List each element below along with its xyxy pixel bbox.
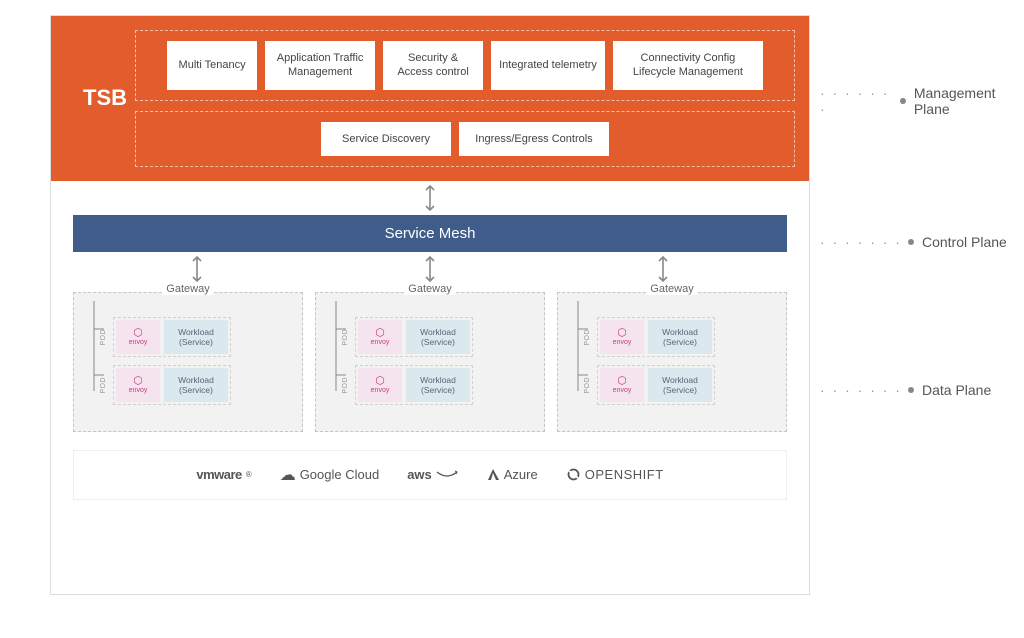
tsb-row-2: Service Discovery Ingress/Egress Control… xyxy=(135,111,795,167)
vendor-google-cloud: ☁ Google Cloud xyxy=(280,465,380,485)
envoy-icon: ⬡ xyxy=(133,328,143,339)
architecture-diagram: TSB Multi Tenancy Application Traffic Ma… xyxy=(50,15,810,595)
workload-service: Workload (Service) xyxy=(648,320,712,354)
data-plane-gateways: Gateway POD ⬡envoy Workload (Service) PO… xyxy=(51,292,809,432)
pod-1: POD ⬡envoy Workload (Service) xyxy=(342,317,534,357)
pod-1: POD ⬡envoy Workload (Service) xyxy=(100,317,292,357)
gateway-group-1: Gateway POD ⬡envoy Workload (Service) PO… xyxy=(73,292,303,432)
service-mesh-bar: Service Mesh xyxy=(73,215,787,252)
gateway-group-3: Gateway POD ⬡envoy Workload (Service) PO… xyxy=(557,292,787,432)
pod-label: POD xyxy=(584,329,591,346)
pod-border: ⬡envoy Workload (Service) xyxy=(355,365,473,405)
pod-2: POD ⬡envoy Workload (Service) xyxy=(342,365,534,405)
bullet-icon xyxy=(908,239,914,245)
bullet-icon xyxy=(908,387,914,393)
gateway-label: Gateway xyxy=(646,283,697,295)
pod-label: POD xyxy=(584,377,591,394)
bullet-icon xyxy=(900,98,905,104)
card-app-traffic: Application Traffic Management xyxy=(265,41,375,90)
envoy-sidecar: ⬡envoy xyxy=(358,368,402,402)
envoy-sidecar: ⬡envoy xyxy=(116,320,160,354)
vendor-vmware: vmware® xyxy=(196,467,251,482)
pod-border: ⬡envoy Workload (Service) xyxy=(597,365,715,405)
arrow-gw-3 xyxy=(656,252,670,286)
azure-icon xyxy=(486,468,500,482)
tsb-row-1: Multi Tenancy Application Traffic Manage… xyxy=(135,30,795,101)
workload-service: Workload (Service) xyxy=(406,368,470,402)
workload-service: Workload (Service) xyxy=(406,320,470,354)
card-security: Security & Access control xyxy=(383,41,483,90)
card-discovery: Service Discovery xyxy=(321,122,451,156)
pod-label: POD xyxy=(100,377,107,394)
envoy-sidecar: ⬡envoy xyxy=(116,368,160,402)
pod-label: POD xyxy=(342,329,349,346)
envoy-icon: ⬡ xyxy=(375,376,385,387)
envoy-sidecar: ⬡envoy xyxy=(358,320,402,354)
arrow-mgmt-to-mesh xyxy=(51,181,809,215)
card-telemetry: Integrated telemetry xyxy=(491,41,605,90)
pod-border: ⬡envoy Workload (Service) xyxy=(113,317,231,357)
tsb-management-plane: TSB Multi Tenancy Application Traffic Ma… xyxy=(51,16,809,181)
tsb-title: TSB xyxy=(65,85,135,111)
pod-1: POD ⬡envoy Workload (Service) xyxy=(584,317,776,357)
pod-2: POD ⬡envoy Workload (Service) xyxy=(584,365,776,405)
pod-border: ⬡envoy Workload (Service) xyxy=(597,317,715,357)
workload-service: Workload (Service) xyxy=(648,368,712,402)
gateway-label: Gateway xyxy=(162,283,213,295)
leader-dots: · · · · · · · xyxy=(820,382,902,398)
vendor-openshift: OPENSHIFT xyxy=(566,467,664,482)
vendor-aws: aws xyxy=(407,467,458,482)
envoy-icon: ⬡ xyxy=(617,376,627,387)
vendor-azure: Azure xyxy=(486,467,538,482)
pod-label: POD xyxy=(342,377,349,394)
openshift-icon xyxy=(566,467,581,482)
card-ingress-egress: Ingress/Egress Controls xyxy=(459,122,609,156)
pod-border: ⬡envoy Workload (Service) xyxy=(113,365,231,405)
pod-2: POD ⬡envoy Workload (Service) xyxy=(100,365,292,405)
annotation-ctrl-plane: · · · · · · · Control Plane xyxy=(820,234,1007,250)
leader-dots: · · · · · · · xyxy=(820,234,902,250)
envoy-icon: ⬡ xyxy=(375,328,385,339)
envoy-icon: ⬡ xyxy=(617,328,627,339)
card-connectivity: Connectivity Config Lifecycle Management xyxy=(613,41,763,90)
cloud-icon: ☁ xyxy=(280,465,296,485)
envoy-sidecar: ⬡envoy xyxy=(600,368,644,402)
workload-service: Workload (Service) xyxy=(164,320,228,354)
envoy-sidecar: ⬡envoy xyxy=(600,320,644,354)
card-multi-tenancy: Multi Tenancy xyxy=(167,41,257,90)
tsb-feature-rows: Multi Tenancy Application Traffic Manage… xyxy=(135,30,795,167)
leader-dots: · · · · · · · xyxy=(820,85,894,117)
envoy-icon: ⬡ xyxy=(133,376,143,387)
arrows-mesh-to-gateways xyxy=(51,252,809,286)
gateway-label: Gateway xyxy=(404,283,455,295)
arrow-gw-1 xyxy=(190,252,204,286)
arrow-gw-2 xyxy=(423,252,437,286)
workload-service: Workload (Service) xyxy=(164,368,228,402)
annotation-mgmt-plane: · · · · · · · Management Plane xyxy=(820,85,1024,117)
pod-label: POD xyxy=(100,329,107,346)
pod-border: ⬡envoy Workload (Service) xyxy=(355,317,473,357)
annotation-data-plane: · · · · · · · Data Plane xyxy=(820,382,991,398)
infrastructure-vendors: vmware® ☁ Google Cloud aws Azure OPENSHI… xyxy=(73,450,787,500)
gateway-group-2: Gateway POD ⬡envoy Workload (Service) PO… xyxy=(315,292,545,432)
aws-smile-icon xyxy=(436,470,458,480)
